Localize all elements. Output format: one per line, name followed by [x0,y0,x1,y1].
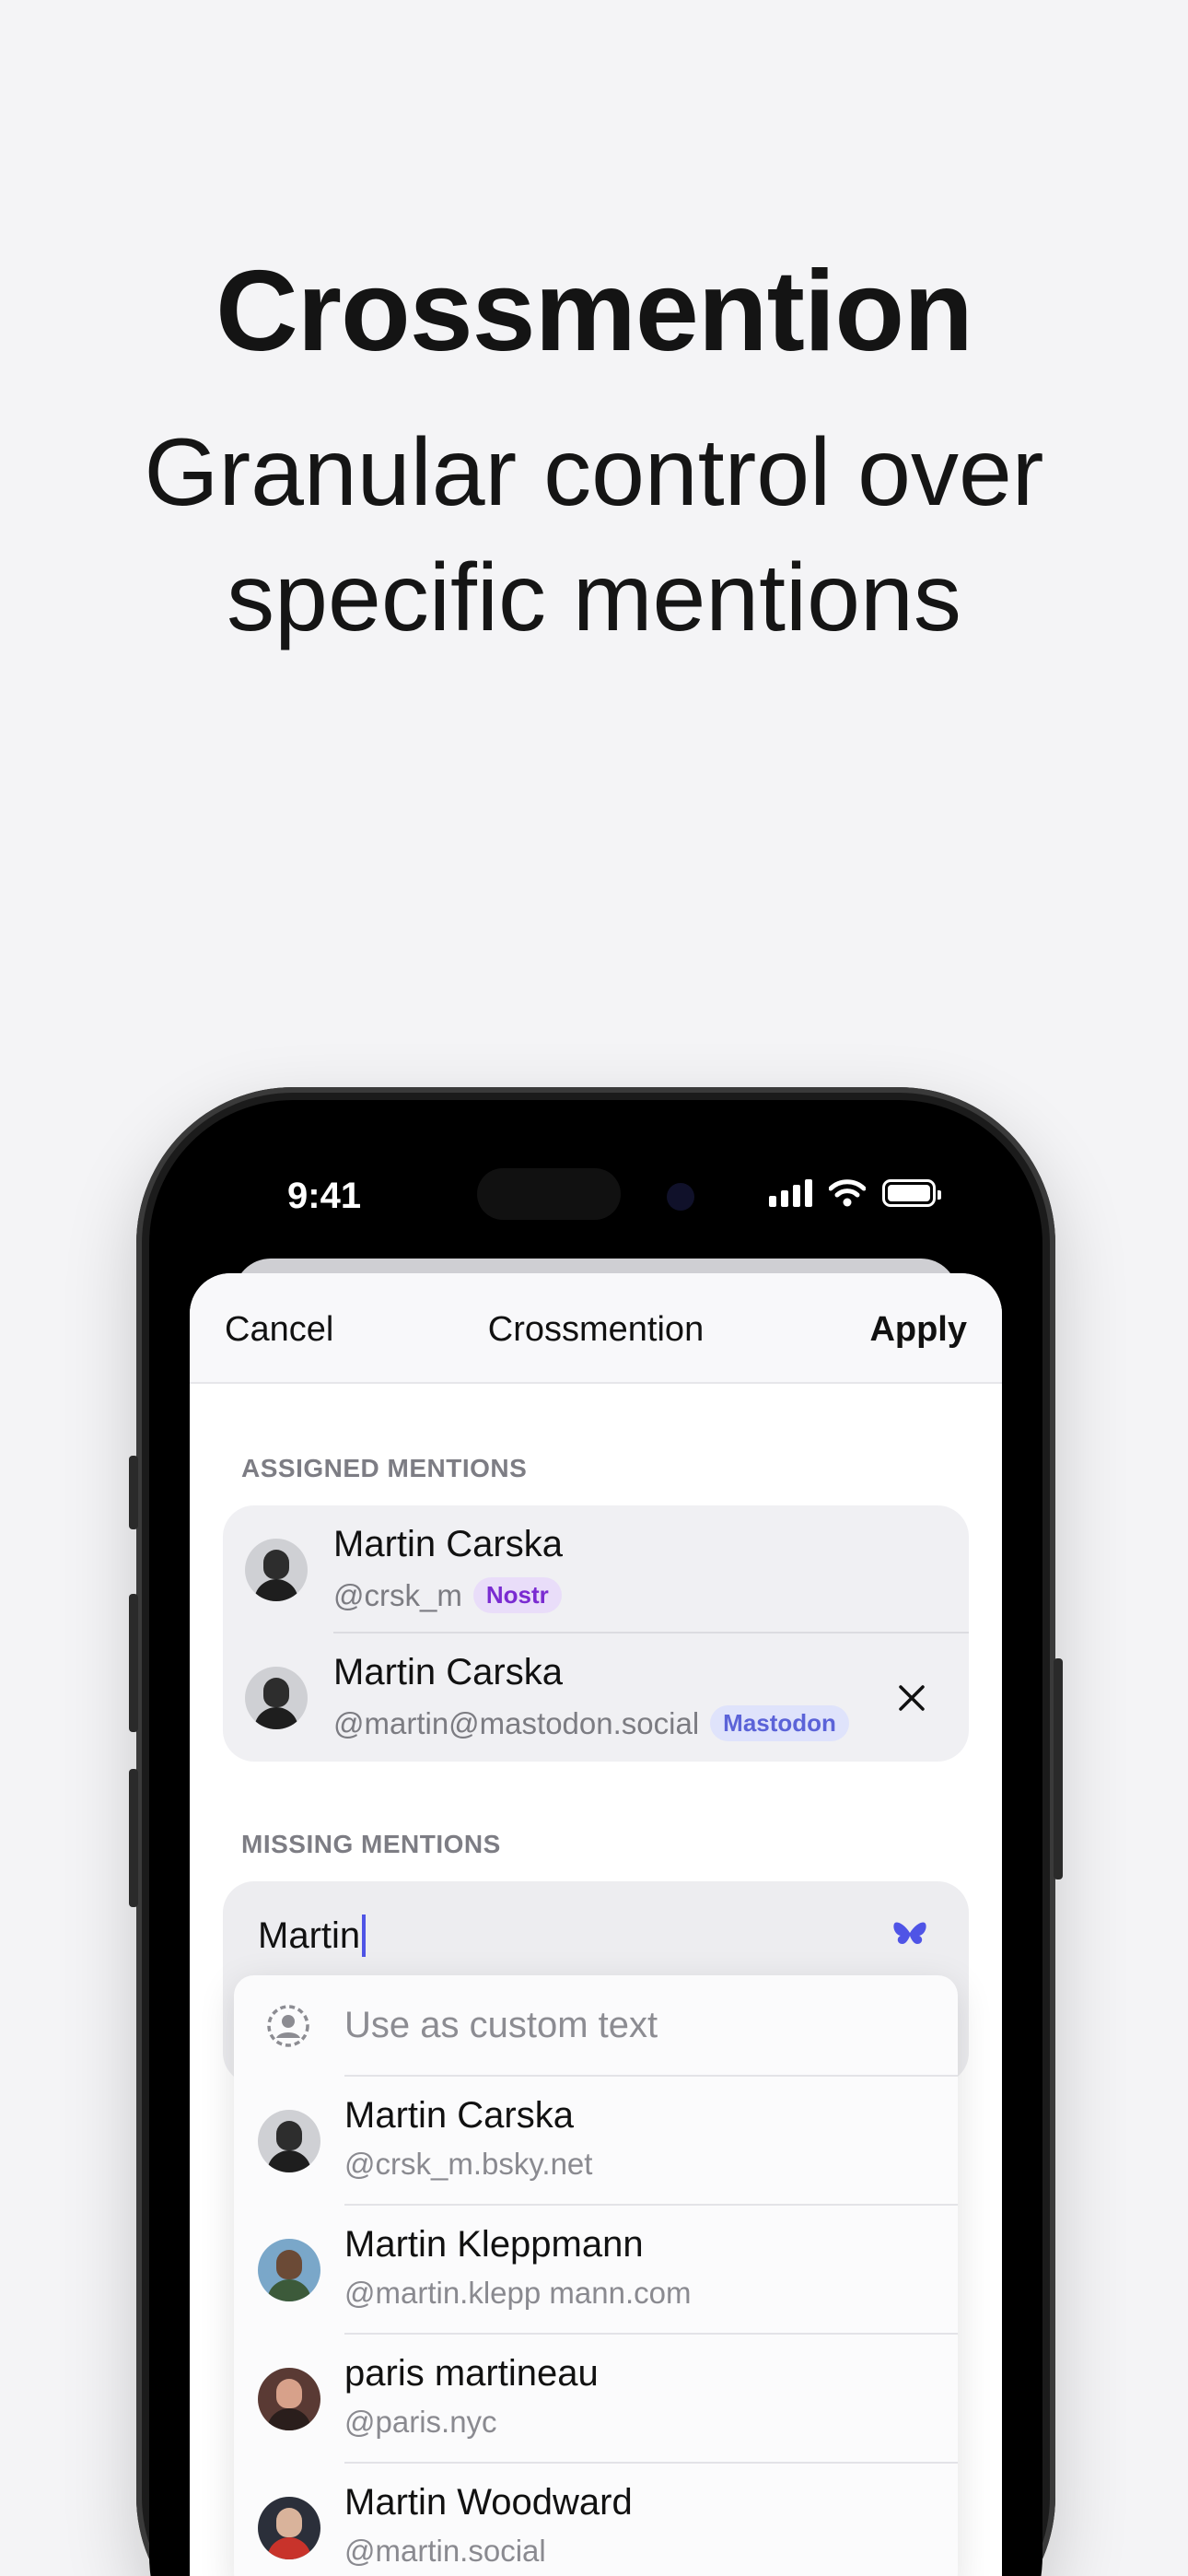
dynamic-island [477,1168,621,1220]
suggestion-handle: @crsk_m.bsky.net [344,2147,593,2181]
apply-button[interactable]: Apply [869,1310,967,1350]
phone-volume-down-button [129,1769,138,1907]
hero-subtitle-line-2: specific mentions [227,544,961,651]
avatar [245,1539,308,1601]
battery-icon [882,1179,941,1207]
suggestion-handle: @martin.social [344,2534,546,2568]
search-input[interactable]: Martin [258,1914,367,1957]
use-custom-text-option[interactable]: Use as custom text [234,1975,958,2077]
mention-handle: @crsk_m [333,1577,462,1612]
mention-suggestions: Use as custom text Martin Carska @crsk_m… [234,1975,958,2576]
suggestion-name: Martin Carska [344,2095,574,2136]
suggestion-row[interactable]: Martin Kleppmann @martin.klepp mann.com [234,2206,958,2335]
avatar [258,2110,320,2172]
assigned-mention-row[interactable]: Martin Carska @martin@mastodon.social Ma… [223,1633,969,1762]
assigned-mentions-list: Martin Carska @crsk_m Nostr Martin Carsk… [223,1505,969,1762]
hero-subtitle-line-1: Granular control over [144,419,1044,527]
hero-title: Crossmention [215,248,973,375]
suggestion-row[interactable]: Martin Woodward @martin.social [234,2464,958,2576]
mention-name: Martin Carska [333,1652,563,1692]
phone-action-button [129,1456,138,1529]
crossmention-sheet: Cancel Crossmention Apply ASSIGNED MENTI… [190,1273,1002,2576]
mention-handle-line: @martin@mastodon.social Mastodon [333,1705,849,1741]
missing-mentions-label: MISSING MENTIONS [241,1830,501,1858]
text-caret [362,1914,367,1957]
use-custom-text-label: Use as custom text [344,2005,658,2045]
bluesky-butterfly-icon[interactable] [891,1916,928,1953]
status-bar: 9:41 [149,1100,1042,1238]
nav-bar: Cancel Crossmention Apply [190,1273,1002,1384]
person-circle-icon [267,2005,309,2047]
avatar [258,2368,320,2430]
wifi-icon [829,1179,866,1207]
suggestion-row[interactable]: Martin Carska @crsk_m.bsky.net [234,2077,958,2206]
cellular-signal-icon [769,1179,812,1207]
hero: Crossmention Granular control over speci… [0,249,1188,661]
suggestion-handle: @paris.nyc [344,2405,497,2439]
mention-handle: @martin@mastodon.social [333,1705,700,1740]
suggestion-name: paris martineau [344,2353,599,2394]
avatar [258,2497,320,2559]
status-time: 9:41 [287,1176,362,1216]
suggestion-handle: @martin.klepp mann.com [344,2276,692,2310]
mastodon-badge: Mastodon [710,1705,849,1741]
status-icons [769,1179,941,1207]
close-icon[interactable] [895,1681,928,1715]
search-input-value: Martin [258,1914,361,1956]
nostr-badge: Nostr [472,1577,562,1613]
phone-frame: 9:41 Cancel Crossmention Apply ASSIGNED … [129,1087,1063,2576]
phone-power-button [1054,1658,1063,1879]
phone-screen: 9:41 Cancel Crossmention Apply ASSIGNED … [149,1100,1042,2576]
front-camera [667,1183,694,1211]
suggestion-name: Martin Kleppmann [344,2224,644,2265]
assigned-mention-row[interactable]: Martin Carska @crsk_m Nostr [223,1505,969,1633]
assigned-mentions-label: ASSIGNED MENTIONS [241,1454,528,1482]
hero-subtitle: Granular control over specific mentions [0,411,1188,660]
avatar [258,2239,320,2301]
mention-name: Martin Carska [333,1524,563,1564]
phone-volume-up-button [129,1594,138,1732]
suggestion-row[interactable]: paris martineau @paris.nyc [234,2335,958,2464]
avatar [245,1667,308,1729]
suggestion-name: Martin Woodward [344,2482,633,2523]
mention-handle-line: @crsk_m Nostr [333,1577,562,1613]
